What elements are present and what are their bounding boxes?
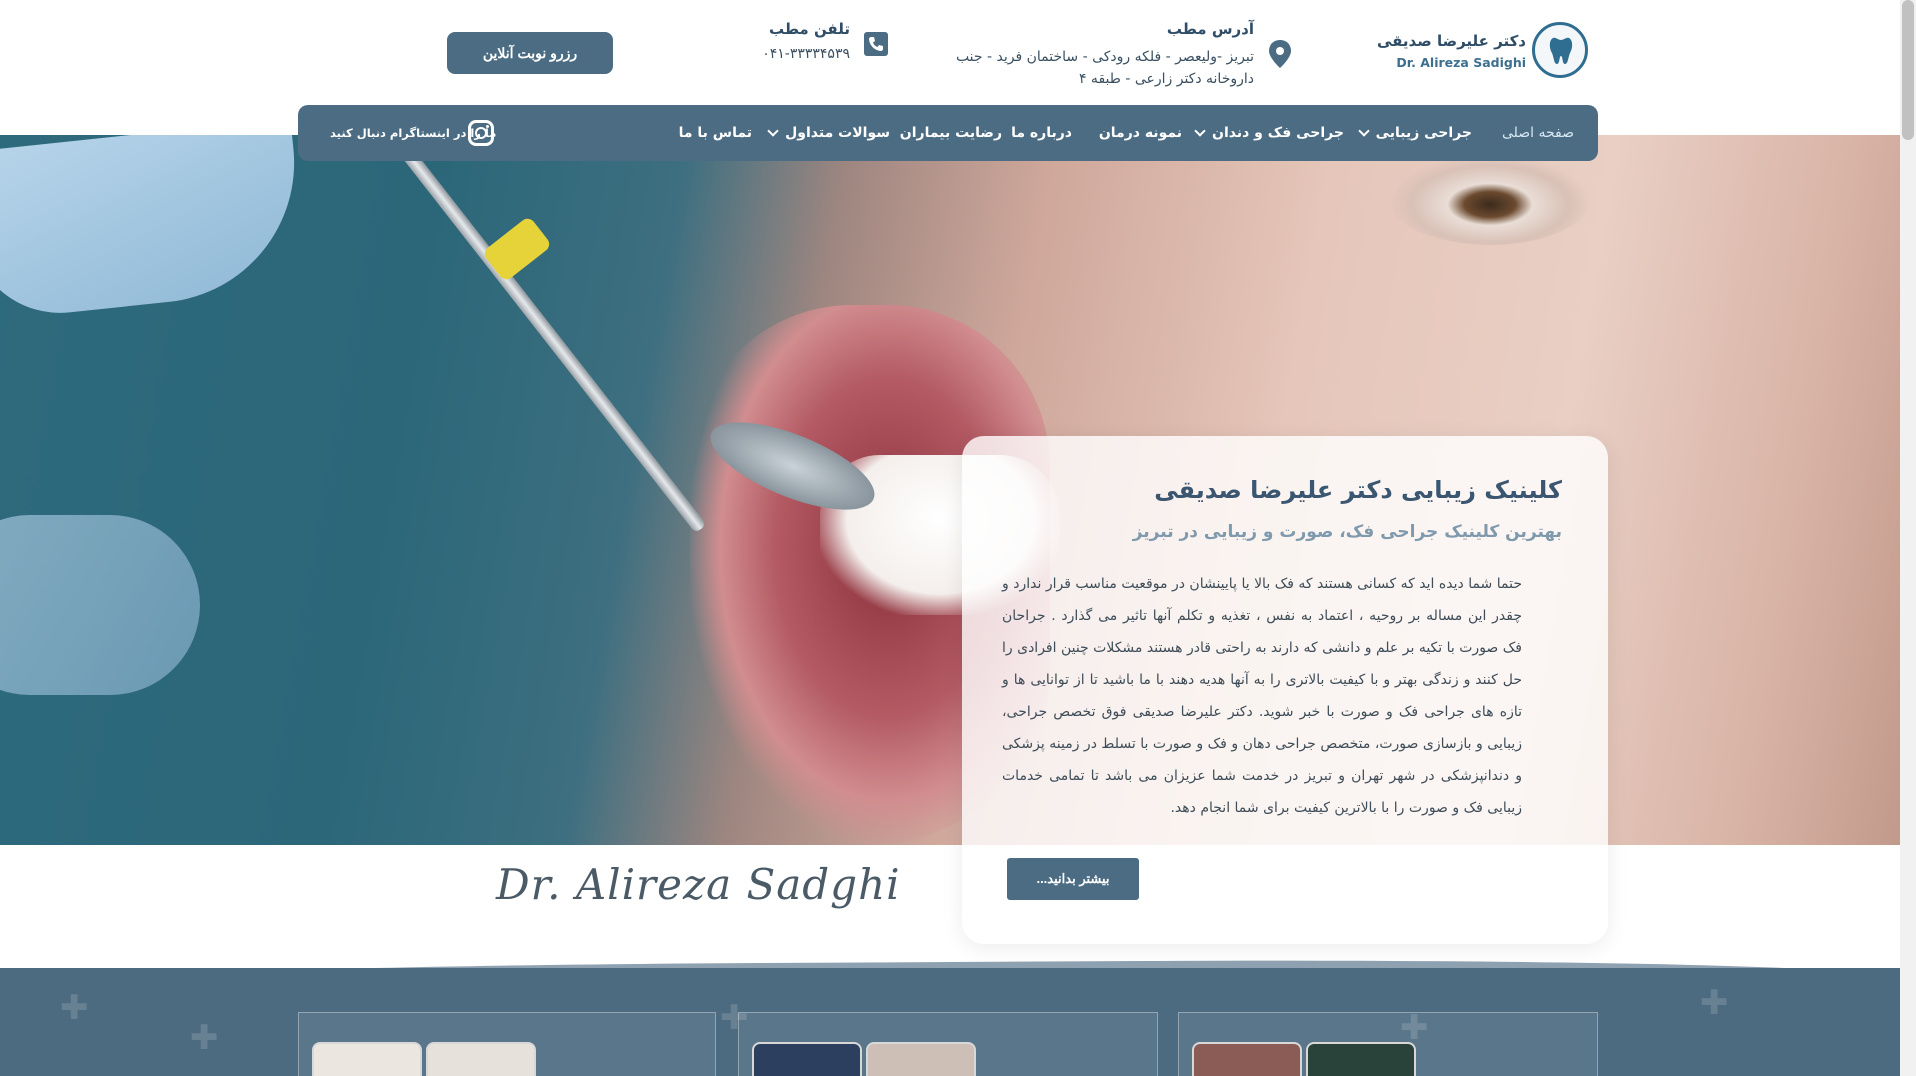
nav-cosmetic-surgery[interactable]: جراحی زیبایی: [1357, 105, 1472, 161]
nav-contact-us[interactable]: تماس با ما: [679, 105, 752, 161]
hero-subtitle: بهترین کلینیک جراحی فک، صورت و زیبایی در…: [1132, 522, 1562, 542]
hero-image-dental-tool: [400, 146, 707, 534]
chevron-down-icon: [767, 125, 779, 137]
plus-pattern-icon: ✚: [1700, 983, 1729, 1023]
chevron-down-icon: [1194, 125, 1206, 137]
phone-title: تلفن مطب: [768, 20, 850, 38]
phone-icon: [864, 32, 888, 56]
nav-jaw-dental-surgery[interactable]: جراحی فک و دندان: [1194, 105, 1344, 161]
site-logo[interactable]: دکتر علیرضا صدیقی Dr. Alireza Sadighi: [1377, 22, 1588, 84]
page-scrollbar-track[interactable]: [1900, 0, 1916, 1076]
chevron-down-icon: [1357, 125, 1370, 137]
instagram-follow-text[interactable]: ما را در اینستاگرام دنبال کنید: [330, 105, 496, 161]
hero-banner: [0, 135, 1900, 845]
nav-patient-satisfaction[interactable]: رضایت بیماران: [900, 105, 1002, 161]
logo-emblem: [1532, 22, 1588, 78]
phone-number[interactable]: ۰۴۱-۳۳۳۳۴۵۳۹: [762, 46, 850, 62]
nav-faq[interactable]: سوالات متداول: [767, 105, 890, 161]
reserve-online-button[interactable]: رزرو نوبت آنلاین: [447, 32, 613, 74]
hero-image-eye: [1390, 155, 1590, 245]
nav-home[interactable]: صفحه اصلی: [1502, 105, 1574, 161]
address-text: تبریز -ولیعصر - فلکه رودکی - ساختمان فری…: [955, 49, 1254, 87]
after-photo-thumbnail[interactable]: [1306, 1042, 1416, 1076]
after-photo-thumbnail[interactable]: [866, 1042, 976, 1076]
address-title: آدرس مطب: [1166, 20, 1254, 38]
hero-image-glove-shadow: [0, 515, 200, 695]
hero-intro-card: کلینیک زیبایی دکتر علیرضا صدیقی بهترین ک…: [962, 436, 1608, 944]
nav-about-us[interactable]: درباره ما: [1011, 105, 1072, 161]
plus-pattern-icon: ✚: [190, 1018, 219, 1058]
logo-title-fa: دکتر علیرضا صدیقی: [1376, 32, 1526, 50]
before-photo-thumbnail[interactable]: [752, 1042, 862, 1076]
after-photo-thumbnail[interactable]: [426, 1042, 536, 1076]
tooth-icon: [1549, 37, 1573, 64]
plus-pattern-icon: ✚: [60, 988, 89, 1028]
doctor-signature: Dr. Alireza Sadghi: [496, 860, 901, 909]
page-scrollbar-thumb[interactable]: [1902, 0, 1914, 140]
hero-title: کلینیک زیبایی دکتر علیرضا صدیقی: [1154, 476, 1562, 504]
hero-image-glove: [0, 135, 308, 322]
before-photo-thumbnail[interactable]: [312, 1042, 422, 1076]
main-navigation: صفحه اصلی جراحی زیبایی جراحی فک و دندان …: [298, 105, 1598, 161]
nav-treatment-samples[interactable]: نمونه درمان: [1099, 105, 1182, 161]
location-pin-icon: [1269, 40, 1291, 68]
logo-title-en: Dr. Alireza Sadighi: [1396, 55, 1526, 70]
learn-more-button[interactable]: بیشتر بدانید...: [1007, 858, 1139, 900]
before-photo-thumbnail[interactable]: [1192, 1042, 1302, 1076]
hero-description: حتما شما دیده اید که کسانی هستند که فک ب…: [1002, 576, 1522, 816]
